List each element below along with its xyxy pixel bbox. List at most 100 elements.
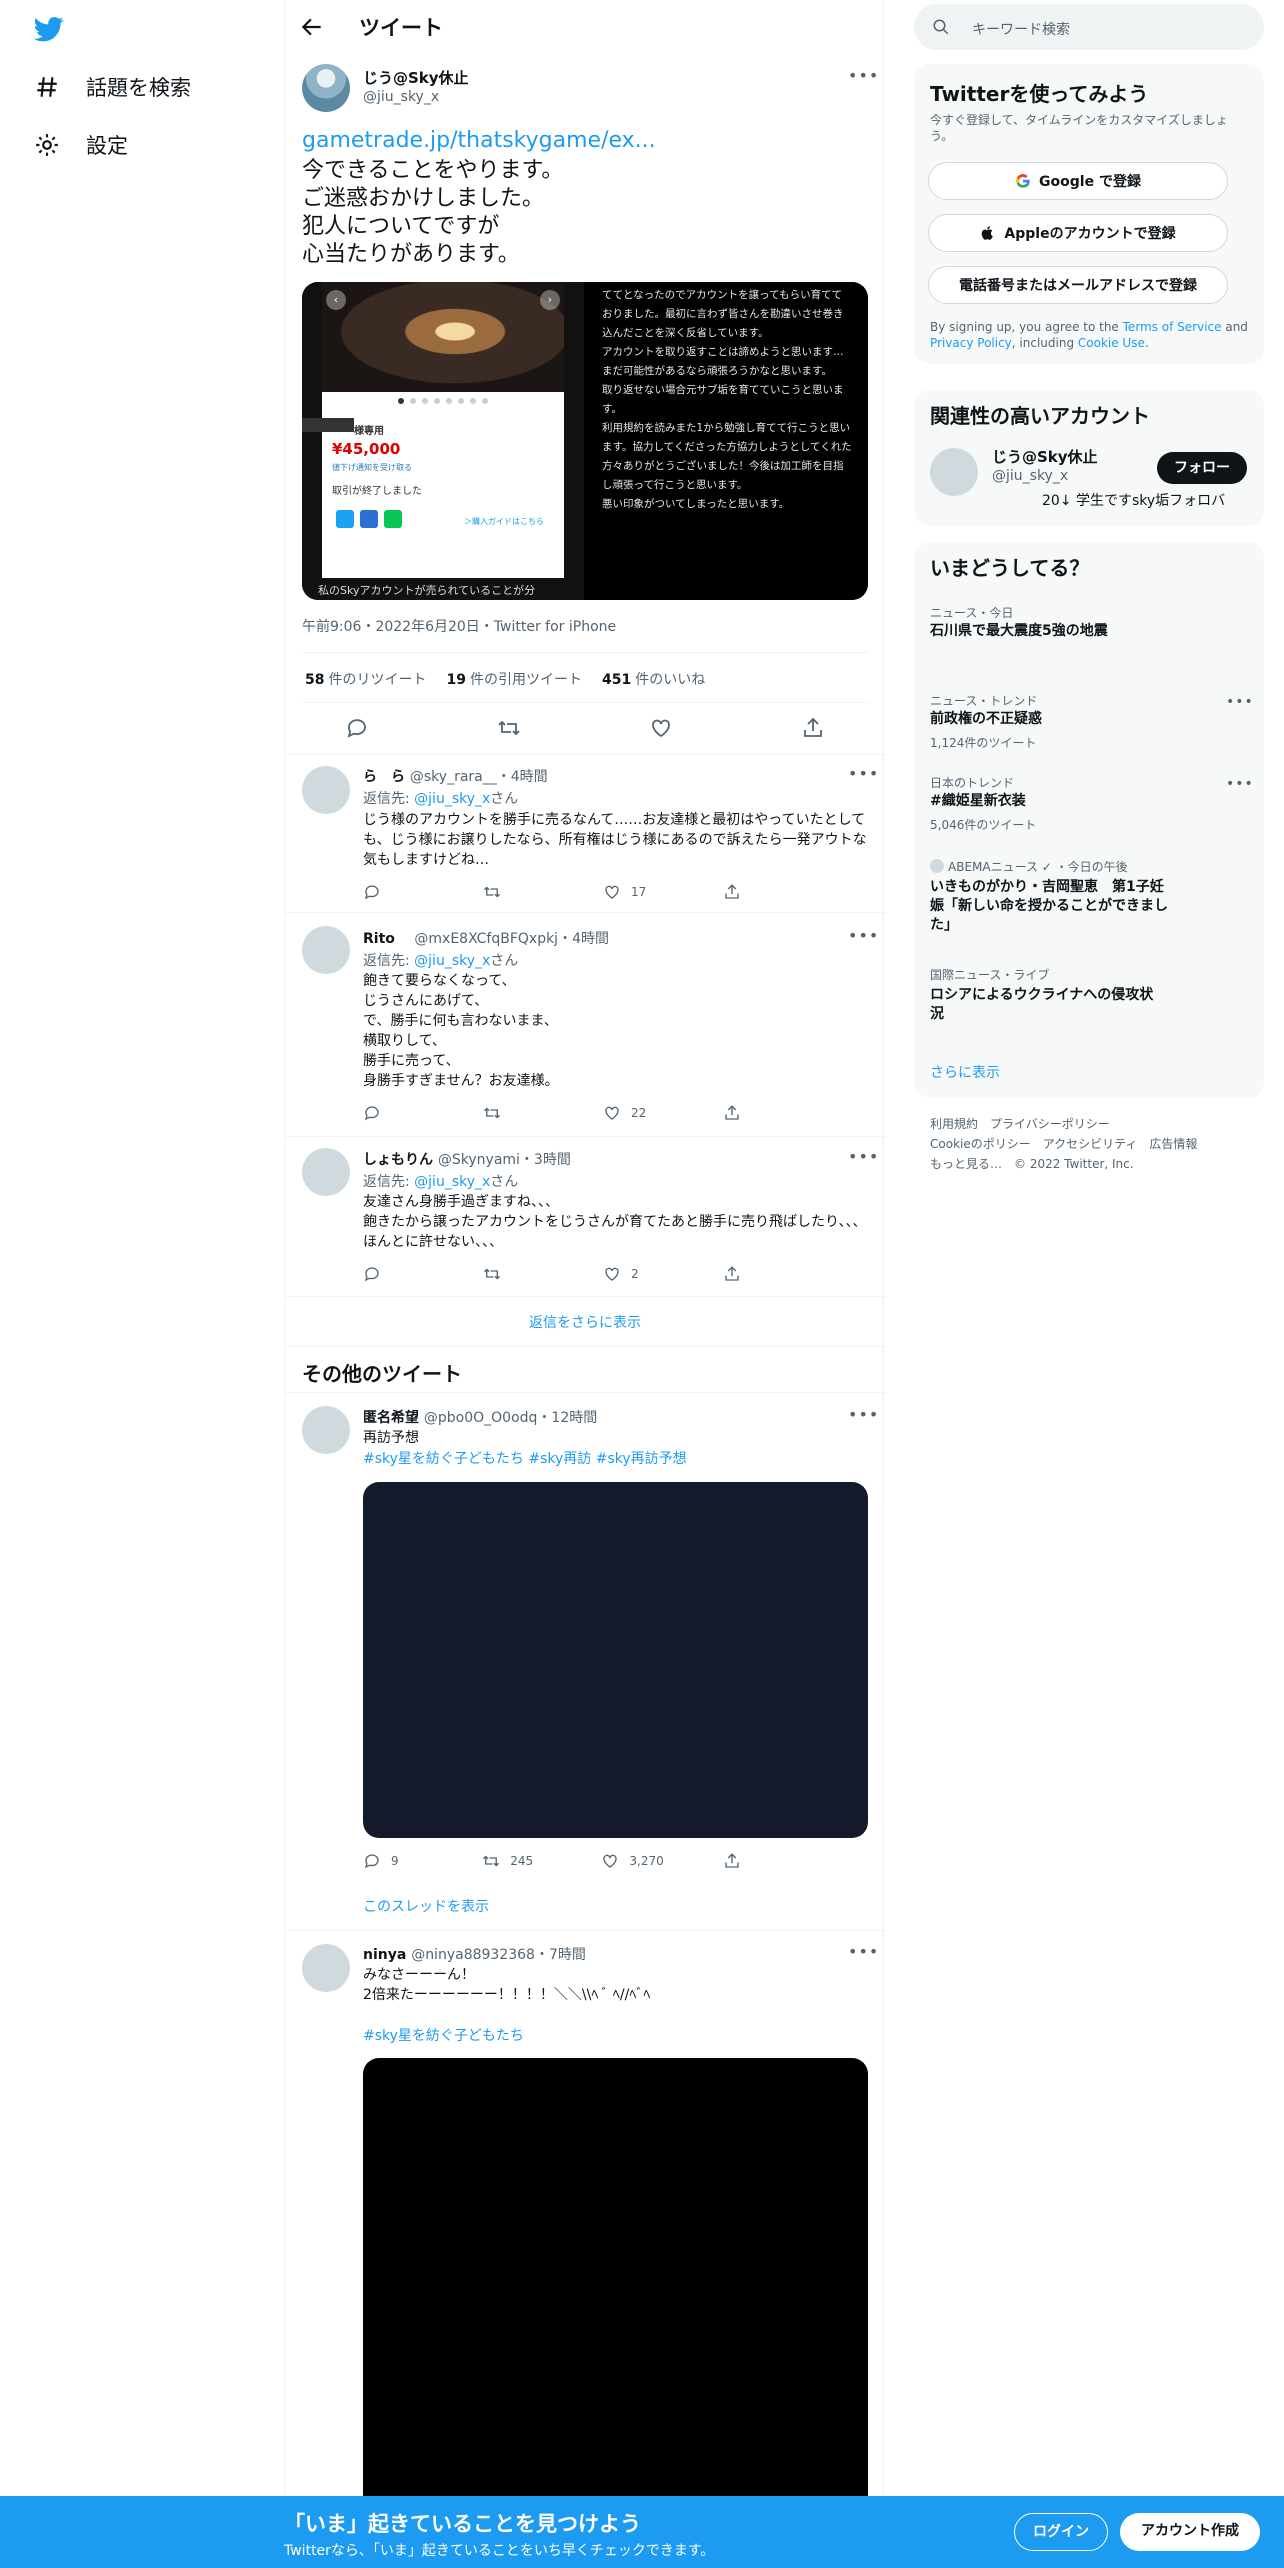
more-options-icon[interactable]: ••• [848, 766, 878, 788]
signup-title: Twitterを使ってみよう [930, 82, 1149, 106]
media-image-right[interactable]: ててとなったのでアカウントを譲ってもらい育てておりました。最初に言わず皆さんを勘… [586, 282, 868, 600]
listing-guide: ＞購入ガイドはこちら [464, 517, 544, 526]
reply-to-link[interactable]: @jiu_sky_x [414, 791, 490, 807]
author-avatar[interactable] [302, 64, 350, 112]
related-avatar[interactable] [930, 448, 978, 496]
more-options-icon[interactable]: ••• [848, 1407, 878, 1429]
trend-count: 1,124件のツイート [930, 736, 1037, 750]
listing-tag: 様専用 [354, 426, 384, 437]
privacy-link[interactable]: Privacy Policy [930, 336, 1012, 350]
tweet-author[interactable]: 匿名希望 @pbo0O_O0odq・12時間 [363, 1407, 597, 1427]
retweet-stat[interactable]: 58 件のリツイート [305, 669, 426, 689]
share-button[interactable] [723, 1852, 783, 1870]
like-icon[interactable] [649, 716, 673, 740]
tweet-hashtags[interactable]: #sky星を紡ぐ子どもたち [363, 2025, 524, 2045]
reply-actions: 22 [363, 1104, 783, 1122]
related-name[interactable]: じう@Sky休止 [992, 446, 1098, 467]
like-stat[interactable]: 451 件のいいね [602, 669, 705, 689]
footer-line[interactable]: 利用規約 プライバシーポリシー [930, 1114, 1260, 1134]
tweet-video[interactable] [363, 2058, 868, 2518]
quote-stat[interactable]: 19 件の引用ツイート [446, 669, 581, 689]
share-button[interactable] [723, 883, 783, 901]
show-thread-link[interactable]: このスレッドを表示 [363, 1896, 489, 1916]
terms-link[interactable]: Terms of Service [1123, 320, 1222, 334]
create-account-button[interactable]: アカウント作成 [1120, 2513, 1260, 2551]
more-options-icon[interactable]: ••• [1226, 694, 1254, 710]
footer-line[interactable]: もっと見る… © 2022 Twitter, Inc. [930, 1154, 1260, 1174]
google-signup-button[interactable]: Google で登録 [928, 162, 1228, 200]
tweet-author[interactable]: ninya @ninya88932368・7時間 [363, 1944, 586, 1964]
more-options-icon[interactable]: ••• [848, 928, 878, 950]
tweet-hashtags[interactable]: #sky星を紡ぐ子どもたち #sky再訪 #sky再訪予想 [363, 1448, 687, 1468]
reply-author[interactable]: ら ら @sky_rara__・4時間 [363, 766, 548, 786]
line-share-icon [384, 510, 402, 528]
share-icon[interactable] [801, 716, 825, 740]
reply-button[interactable]: 9 [363, 1852, 423, 1870]
phone-signup-button[interactable]: 電話番号またはメールアドレスで登録 [928, 266, 1228, 304]
reply-author[interactable]: Rito @mxE8XCfqBFQxpkj・4時間 [363, 928, 609, 948]
reply-button[interactable] [363, 883, 423, 901]
reply-icon[interactable] [345, 716, 369, 740]
trends-panel: いまどうしてる？ ニュース・今日 石川県で最大震度5強の地震 ニュース・トレンド… [914, 542, 1264, 1098]
more-options-icon[interactable]: ••• [1226, 776, 1254, 792]
nav-explore-label: 話題を検索 [86, 76, 191, 100]
search-input[interactable]: キーワード検索 [914, 4, 1264, 50]
show-more-replies-link[interactable]: 返信をさらに表示 [285, 1312, 885, 1332]
share-button[interactable] [723, 1265, 783, 1283]
more-options-icon[interactable]: ••• [848, 1149, 878, 1171]
tweet-link[interactable]: gametrade.jp/thatskygame/ex... [302, 128, 656, 153]
like-button[interactable]: 22 [603, 1104, 663, 1122]
author-name[interactable]: じう@Sky休止 [363, 67, 469, 88]
tweet-timestamp[interactable]: 午前9:06・2022年6月20日・Twitter for iPhone [302, 616, 616, 636]
nav-settings[interactable]: 設定 [34, 125, 128, 165]
nav-explore[interactable]: 話題を検索 [34, 67, 191, 107]
item-photo [322, 282, 564, 392]
login-button[interactable]: ログイン [1014, 2513, 1108, 2551]
tweet-video[interactable] [363, 1482, 868, 1838]
reply-button[interactable] [363, 1104, 423, 1122]
reply-to-link[interactable]: @jiu_sky_x [414, 1174, 490, 1190]
trend-category: ニュース・今日 [930, 606, 1014, 620]
retweet-button[interactable] [483, 1104, 543, 1122]
reply-to: 返信先: @jiu_sky_xさん [363, 1174, 519, 1190]
reply-author[interactable]: しょもりん @Skynyami・3時間 [363, 1149, 571, 1169]
gear-icon [36, 134, 58, 156]
like-button[interactable]: 3,270 [601, 1852, 664, 1870]
related-handle[interactable]: @jiu_sky_x [992, 468, 1068, 484]
source-avatar [930, 859, 944, 873]
reply-to-link[interactable]: @jiu_sky_x [414, 953, 490, 969]
like-button[interactable]: 2 [603, 1265, 663, 1283]
retweet-icon[interactable] [497, 716, 521, 740]
trends-title: いまどうしてる？ [930, 556, 1090, 580]
media-image-left[interactable]: ‹ › 様専用 ¥45,000 値下げ通知を受け取る 取引が終了しました ＞購入… [302, 282, 584, 600]
more-options-icon[interactable]: ••• [848, 68, 878, 90]
hatena-share-icon [360, 510, 378, 528]
reply-avatar[interactable] [302, 1148, 350, 1196]
banner-title: 「いま」起きていることを見つけよう [284, 2512, 641, 2536]
tweet-avatar[interactable] [302, 1944, 350, 1992]
show-more-trends-link[interactable]: さらに表示 [930, 1062, 1000, 1082]
retweet-button[interactable] [483, 1265, 543, 1283]
tweet-media[interactable]: ‹ › 様専用 ¥45,000 値下げ通知を受け取る 取引が終了しました ＞購入… [302, 282, 868, 600]
follow-button[interactable]: フォロー [1157, 452, 1247, 484]
more-options-icon[interactable]: ••• [848, 1944, 878, 1966]
reply-icon [364, 1106, 379, 1121]
reply-avatar[interactable] [302, 766, 350, 814]
share-icons [336, 510, 402, 528]
back-arrow-icon[interactable] [299, 14, 325, 40]
cookie-link[interactable]: Cookie Use [1078, 336, 1145, 350]
retweet-button[interactable] [483, 883, 543, 901]
search-placeholder: キーワード検索 [972, 22, 1070, 38]
author-handle[interactable]: @jiu_sky_x [363, 89, 439, 105]
reply-actions: 17 [363, 883, 783, 901]
tweet-avatar[interactable] [302, 1406, 350, 1454]
reply-button[interactable] [363, 1265, 423, 1283]
reply-avatar[interactable] [302, 926, 350, 974]
like-button[interactable]: 17 [603, 883, 663, 901]
share-button[interactable] [723, 1104, 783, 1122]
twitter-logo-icon[interactable] [32, 14, 66, 44]
footer-line[interactable]: Cookieのポリシー アクセシビリティ 広告情報 [930, 1134, 1260, 1154]
divider [285, 1136, 885, 1137]
retweet-button[interactable]: 245 [482, 1852, 542, 1870]
apple-signup-button[interactable]: Appleのアカウントで登録 [928, 214, 1228, 252]
